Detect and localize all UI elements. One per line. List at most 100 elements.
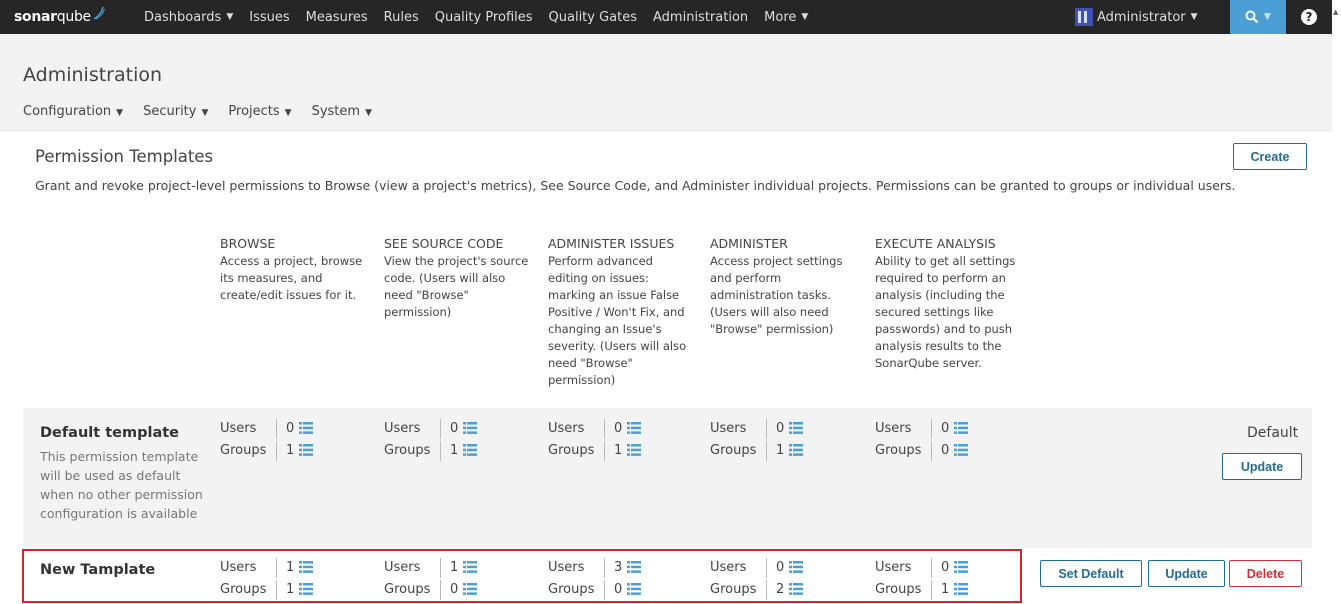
template-description: This permission template will be used as…: [40, 449, 203, 521]
sonarqube-logo[interactable]: sonar qube: [0, 0, 132, 34]
permission-cell: Users 0 Groups 0: [875, 419, 969, 463]
tab-system[interactable]: System ▼: [312, 104, 372, 119]
list-icon[interactable]: [463, 421, 478, 441]
users-count: 0: [604, 419, 622, 439]
nav-administration[interactable]: Administration: [645, 0, 756, 34]
logo-text-sonar: sonar: [14, 9, 57, 25]
users-count: 0: [276, 419, 294, 439]
list-icon[interactable]: [954, 443, 969, 463]
list-icon[interactable]: [463, 443, 478, 463]
update-button[interactable]: Update: [1148, 560, 1225, 587]
caret-down-icon: ▼: [201, 108, 209, 118]
caret-down-icon: ▼: [116, 108, 124, 118]
nav-dashboards[interactable]: Dashboards ▼: [132, 0, 241, 34]
permission-cell: Users 0 Groups 1: [384, 419, 478, 463]
nav-quality-profiles[interactable]: Quality Profiles: [427, 0, 541, 34]
permission-cell: Users 0 Groups 1: [548, 419, 642, 463]
groups-label: Groups: [875, 443, 922, 458]
help-icon: ?: [1301, 9, 1317, 25]
set-default-button[interactable]: Set Default: [1040, 560, 1142, 587]
list-icon[interactable]: [789, 443, 804, 463]
admin-tabs: Configuration ▼ Security ▼ Projects ▼ Syste…: [23, 104, 392, 119]
users-label: Users: [548, 421, 585, 436]
list-icon[interactable]: [627, 421, 642, 441]
groups-count: 1: [766, 441, 784, 461]
logo-text-qube: qube: [56, 9, 91, 25]
user-name: Administrator: [1097, 9, 1186, 25]
caret-down-icon: ▼: [1190, 12, 1198, 22]
column-title: BROWSE: [220, 236, 276, 251]
column-title: SEE SOURCE CODE: [384, 236, 504, 251]
column-title: ADMINISTER: [710, 236, 788, 251]
column-title: EXECUTE ANALYSIS: [875, 236, 996, 251]
column-header-administer: ADMINISTER Access project settings and p…: [710, 235, 858, 338]
caret-down-icon: ▼: [226, 12, 234, 22]
default-label: Default: [1247, 425, 1299, 441]
column-header-see-source-code: SEE SOURCE CODE View the project's sourc…: [384, 235, 536, 321]
column-header-administer-issues: ADMINISTER ISSUES Perform advanced editi…: [548, 235, 694, 389]
top-navbar: sonar qube Dashboards ▼ Issues Measures Ru…: [0, 0, 1332, 34]
logo-waves-icon: [93, 6, 105, 20]
users-count: 0: [440, 419, 458, 439]
column-title: ADMINISTER ISSUES: [548, 236, 675, 251]
list-icon[interactable]: [299, 421, 314, 441]
column-description: Ability to get all settings required to …: [875, 254, 1016, 370]
user-menu[interactable]: Administrator ▼: [1075, 0, 1198, 34]
list-icon[interactable]: [627, 443, 642, 463]
search-button[interactable]: ▼: [1230, 0, 1286, 34]
tab-security[interactable]: Security ▼: [143, 104, 208, 119]
column-description: View the project's source code. (Users w…: [384, 254, 529, 319]
column-description: Perform advanced editing on issues: mark…: [548, 254, 687, 387]
groups-count: 1: [604, 441, 622, 461]
groups-label: Groups: [710, 443, 757, 458]
search-icon: [1245, 10, 1259, 24]
permission-cell: Users 0 Groups 1: [710, 419, 804, 463]
column-description: Access project settings and perform admi…: [710, 254, 843, 336]
groups-label: Groups: [220, 443, 267, 458]
highlight-annotation: [22, 549, 1022, 603]
main-nav: Dashboards ▼ Issues Measures Rules Qualit…: [132, 0, 816, 34]
list-icon[interactable]: [299, 443, 314, 463]
caret-down-icon: ▼: [284, 108, 292, 118]
tab-configuration[interactable]: Configuration ▼: [23, 104, 123, 119]
nav-more[interactable]: More ▼: [756, 0, 816, 34]
create-button[interactable]: Create: [1233, 143, 1307, 170]
scrollbar[interactable]: [1332, 0, 1341, 604]
caret-down-icon: ▼: [365, 108, 372, 118]
update-button[interactable]: Update: [1222, 453, 1302, 480]
column-header-execute-analysis: EXECUTE ANALYSIS Ability to get all sett…: [875, 235, 1033, 372]
users-label: Users: [710, 421, 747, 436]
column-description: Access a project, browse its measures, a…: [220, 254, 363, 302]
groups-count: 0: [931, 441, 949, 461]
users-label: Users: [875, 421, 912, 436]
groups-count: 1: [276, 441, 294, 461]
page-description: Grant and revoke project-level permissio…: [35, 178, 1236, 193]
nav-rules[interactable]: Rules: [376, 0, 427, 34]
help-button[interactable]: ?: [1296, 0, 1322, 34]
users-label: Users: [384, 421, 421, 436]
groups-count: 1: [440, 441, 458, 461]
caret-down-icon: ▼: [801, 12, 809, 22]
avatar: [1075, 8, 1093, 26]
permission-cell: Users 0 Groups 1: [220, 419, 314, 463]
column-header-browse: BROWSE Access a project, browse its meas…: [220, 235, 372, 304]
groups-label: Groups: [384, 443, 431, 458]
users-count: 0: [766, 419, 784, 439]
caret-down-icon: ▼: [1264, 12, 1271, 22]
scroll-up-icon[interactable]: ▲: [1333, 8, 1338, 16]
users-label: Users: [220, 421, 257, 436]
nav-measures[interactable]: Measures: [298, 0, 376, 34]
template-name: Default template: [40, 425, 180, 441]
groups-label: Groups: [548, 443, 595, 458]
list-icon[interactable]: [954, 421, 969, 441]
users-count: 0: [931, 419, 949, 439]
template-row-default: [23, 408, 1312, 548]
tab-projects[interactable]: Projects ▼: [228, 104, 291, 119]
delete-button[interactable]: Delete: [1229, 560, 1302, 587]
page-header-title: Administration: [23, 64, 163, 86]
nav-quality-gates[interactable]: Quality Gates: [541, 0, 646, 34]
list-icon[interactable]: [789, 421, 804, 441]
page-title: Permission Templates: [35, 147, 214, 166]
nav-issues[interactable]: Issues: [241, 0, 297, 34]
admin-header: Administration Configuration ▼ Security ▼ …: [0, 34, 1332, 131]
